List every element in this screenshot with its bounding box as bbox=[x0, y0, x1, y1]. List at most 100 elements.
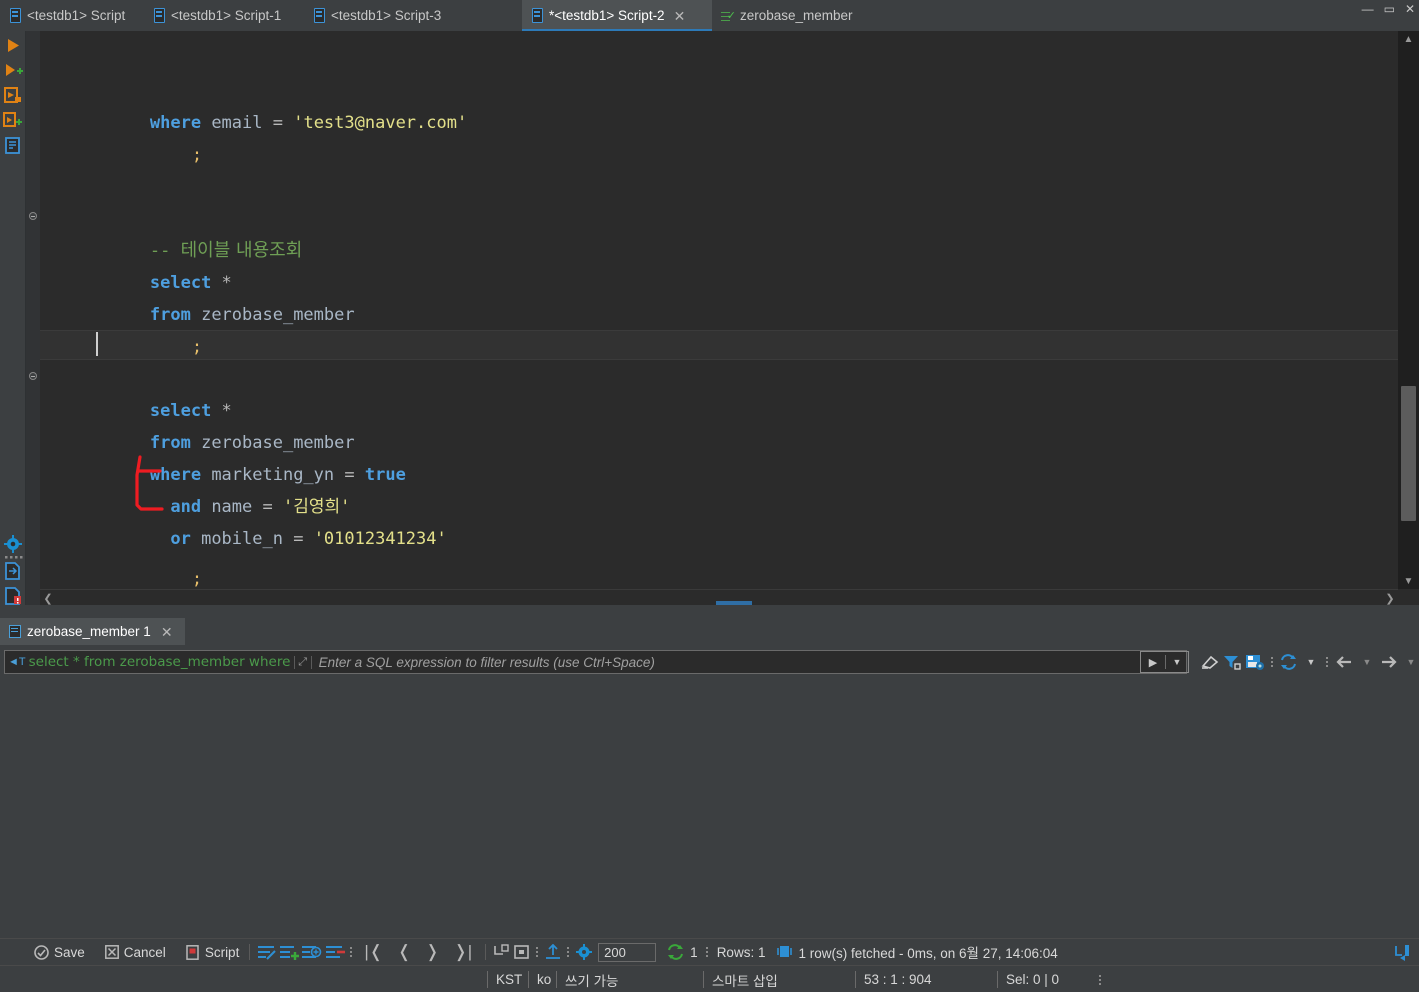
refresh-icon[interactable] bbox=[666, 943, 686, 961]
plan-icon[interactable] bbox=[3, 136, 23, 156]
editor-tab-bar: <testdb1> Script <testdb1> Script-1 <tes… bbox=[0, 0, 1419, 31]
results-tab-bar: zerobase_member 1 ✕ bbox=[0, 618, 1419, 645]
arrow-left-icon[interactable] bbox=[1333, 653, 1357, 671]
next-row-button[interactable]: ❭ bbox=[418, 942, 446, 962]
delete-row-icon[interactable] bbox=[324, 944, 346, 961]
cancel-button[interactable]: Cancel bbox=[101, 945, 170, 960]
window-controls: — ▭ ✕ bbox=[1362, 2, 1415, 16]
eraser-icon[interactable] bbox=[1199, 653, 1221, 671]
gear-icon[interactable] bbox=[3, 534, 23, 554]
sql-script-icon bbox=[9, 8, 22, 23]
export-data-icon[interactable] bbox=[543, 943, 563, 961]
close-icon[interactable]: ✕ bbox=[674, 9, 686, 23]
chevron-down-icon[interactable]: ▼ bbox=[1166, 657, 1188, 667]
previous-row-button[interactable]: ❬ bbox=[390, 942, 418, 962]
scroll-left-icon[interactable]: ❮ bbox=[40, 590, 56, 606]
maximize-button[interactable]: ▭ bbox=[1384, 2, 1395, 16]
script-window-plus-icon[interactable] bbox=[3, 111, 23, 131]
cancel-label: Cancel bbox=[123, 944, 166, 960]
close-button[interactable]: ✕ bbox=[1405, 2, 1415, 16]
tab-label: <testdb1> Script-1 bbox=[171, 8, 282, 23]
expand-icon[interactable]: ⤢ bbox=[293, 655, 312, 669]
status-bar-menu[interactable] bbox=[1095, 971, 1106, 988]
refresh-icon[interactable] bbox=[1278, 653, 1300, 671]
results-filter-toolbar: ▶ ▼ ▼ ▼ ▼ bbox=[1140, 650, 1419, 674]
results-filter-bar[interactable]: ◄T select * from zerobase_member where m… bbox=[4, 650, 1187, 674]
scroll-up-icon[interactable]: ▲ bbox=[1398, 31, 1419, 47]
code-line-from-2: from zerobase_member bbox=[149, 433, 355, 453]
fetch-next-page-icon[interactable] bbox=[492, 943, 512, 961]
play-plus-icon[interactable] bbox=[3, 61, 23, 81]
minimize-button[interactable]: — bbox=[1362, 2, 1374, 16]
filter-query-text[interactable]: select * from zerobase_member where mark… bbox=[29, 654, 294, 670]
dbeaver-sql-editor-window: <testdb1> Script <testdb1> Script-1 <tes… bbox=[0, 0, 1419, 992]
file-delete-icon[interactable] bbox=[3, 586, 23, 606]
toolbar-dots bbox=[567, 944, 570, 960]
tab-script[interactable]: <testdb1> Script bbox=[0, 0, 144, 31]
play-icon[interactable]: ▶ bbox=[1141, 656, 1165, 669]
save-button[interactable]: Save bbox=[30, 945, 89, 960]
code-line-or-mobile: or mobile_n = '01012341234' bbox=[149, 529, 447, 549]
scroll-down-icon[interactable]: ▼ bbox=[1398, 573, 1419, 589]
toolbar-dots bbox=[1271, 654, 1274, 670]
sql-editor-area[interactable]: from zerobase_member where email = 'test… bbox=[26, 31, 1419, 608]
fold-marker-comment-block[interactable] bbox=[29, 212, 37, 220]
chevron-down-icon[interactable]: ▼ bbox=[1357, 657, 1377, 667]
chevron-down-icon[interactable]: ▼ bbox=[1300, 657, 1322, 667]
fetch-all-icon[interactable] bbox=[512, 944, 532, 961]
save-label: Save bbox=[54, 944, 85, 960]
close-icon[interactable]: ✕ bbox=[161, 625, 173, 639]
code-line-where-marketing: where marketing_yn = true bbox=[149, 465, 406, 485]
scrollbar-thumb[interactable] bbox=[1401, 386, 1416, 521]
sql-script-icon bbox=[313, 8, 326, 23]
editor-gutter bbox=[26, 31, 40, 605]
fetch-status-icon bbox=[777, 946, 793, 957]
fold-marker-select-block[interactable] bbox=[29, 372, 37, 380]
tab-label: zerobase_member bbox=[740, 8, 853, 23]
gear-icon[interactable] bbox=[574, 943, 594, 961]
script-label: Script bbox=[204, 944, 240, 960]
last-row-button[interactable]: ❭| bbox=[447, 942, 480, 962]
play-icon[interactable] bbox=[3, 36, 23, 56]
tab-zerobase-member[interactable]: ✓ zerobase_member bbox=[712, 0, 872, 31]
chevron-down-icon[interactable]: ▼ bbox=[1401, 657, 1419, 667]
script-button[interactable]: Script bbox=[182, 945, 244, 960]
funnel-icon[interactable] bbox=[1221, 653, 1243, 671]
text-filter-icon: ◄T bbox=[8, 656, 26, 668]
tab-script-1[interactable]: <testdb1> Script-1 bbox=[144, 0, 304, 31]
text-caret bbox=[96, 332, 98, 356]
tab-label: <testdb1> Script bbox=[27, 8, 126, 23]
fetch-size-input[interactable]: 200 bbox=[598, 942, 657, 962]
arrow-right-icon[interactable] bbox=[1377, 653, 1401, 671]
transaction-log-icon[interactable] bbox=[1393, 943, 1411, 961]
language-status: ko bbox=[537, 972, 552, 987]
code-line-where-email: where email = 'test3@naver.com' bbox=[149, 113, 468, 133]
fetch-page-value: 1 bbox=[690, 944, 698, 960]
toolbar-dots bbox=[3, 554, 23, 560]
status-bar: KST ko 쓰기 가능 스마트 삽입 53 : 1 : 904 Sel: 0 … bbox=[0, 965, 1419, 992]
duplicate-row-icon[interactable] bbox=[300, 944, 324, 961]
code-line-semicolon-3: ; bbox=[191, 569, 203, 589]
tab-label: <testdb1> Script-3 bbox=[331, 8, 442, 23]
timezone-status: KST bbox=[496, 972, 523, 987]
selection-status: Sel: 0 | 0 bbox=[1006, 972, 1060, 987]
add-row-icon[interactable] bbox=[278, 944, 300, 961]
code-line-from-1: from zerobase_member bbox=[149, 305, 355, 325]
file-export-icon[interactable] bbox=[3, 561, 23, 581]
results-tab-zerobase-member[interactable]: zerobase_member 1 ✕ bbox=[0, 618, 185, 645]
first-row-button[interactable]: |❬ bbox=[357, 942, 390, 962]
tab-script-3[interactable]: <testdb1> Script-3 bbox=[304, 0, 467, 31]
scroll-right-icon[interactable]: ❯ bbox=[1382, 590, 1398, 606]
toolbar-dots bbox=[705, 944, 709, 960]
editor-vertical-scrollbar[interactable]: ▲ ▼ bbox=[1398, 31, 1419, 589]
save-icon bbox=[34, 944, 49, 960]
tab-script-2-active[interactable]: *<testdb1> Script-2 ✕ bbox=[522, 0, 712, 31]
script-icon bbox=[186, 944, 199, 960]
code-line-select-1: select * bbox=[149, 273, 232, 293]
save-grid-icon[interactable] bbox=[1243, 653, 1267, 671]
tab-label: *<testdb1> Script-2 bbox=[549, 8, 665, 23]
edit-row-icon[interactable] bbox=[256, 944, 278, 961]
script-window-icon[interactable] bbox=[3, 86, 23, 106]
code-line-semicolon-2: ; bbox=[191, 337, 203, 357]
sql-code-text[interactable]: from zerobase_member where email = 'test… bbox=[40, 31, 1390, 589]
